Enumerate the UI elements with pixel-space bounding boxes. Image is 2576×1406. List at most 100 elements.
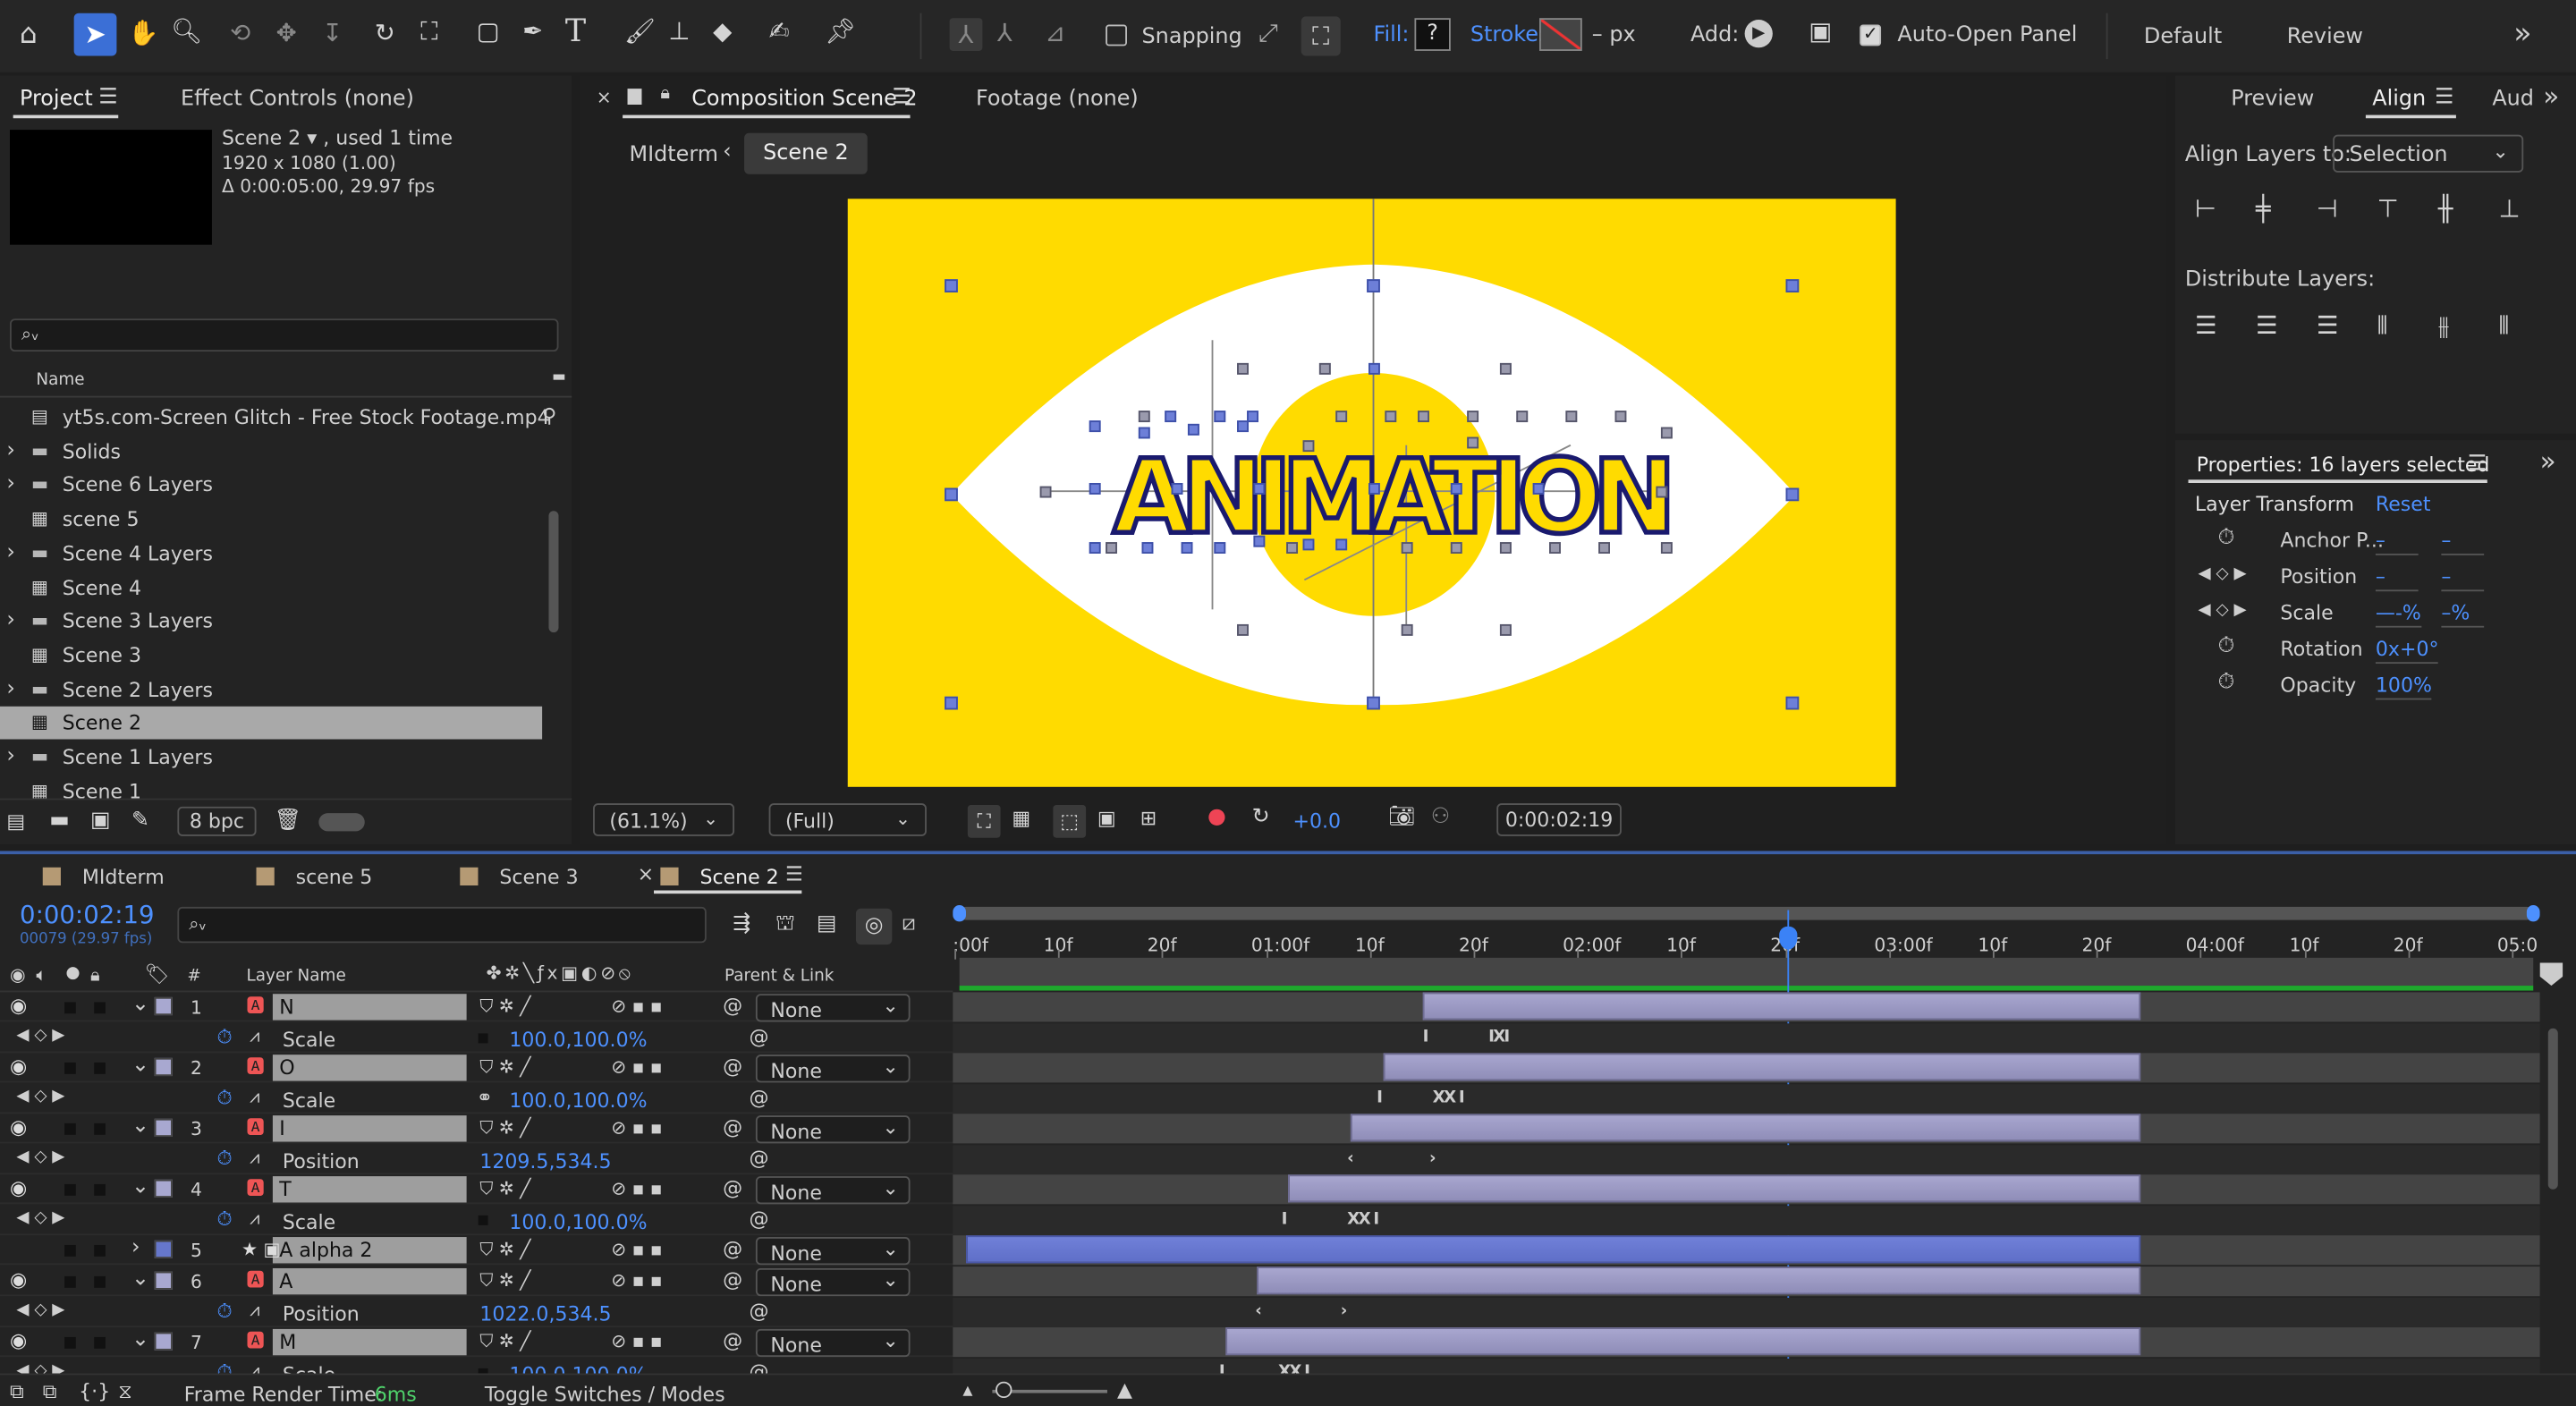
layer-handle[interactable] bbox=[1598, 542, 1610, 554]
zoom-tool-icon[interactable]: 🔍︎ bbox=[171, 19, 202, 45]
stopwatch-icon[interactable]: ⏱ bbox=[216, 1148, 232, 1168]
selection-tool-icon[interactable]: ➤ bbox=[73, 13, 117, 56]
align-right-icon[interactable]: ⊣ bbox=[2317, 196, 2338, 222]
layer-handle[interactable] bbox=[1401, 623, 1413, 636]
breadcrumb-parent[interactable]: MIdterm bbox=[629, 145, 718, 166]
layer-name-field[interactable] bbox=[272, 1176, 467, 1203]
layer-handle[interactable] bbox=[1656, 486, 1668, 498]
layer-handle[interactable] bbox=[1549, 542, 1561, 554]
transform-handle[interactable] bbox=[945, 279, 958, 292]
layer-switches[interactable]: ⛉ ✲ ╱ bbox=[479, 1272, 530, 1290]
work-area-bar[interactable] bbox=[959, 906, 2534, 920]
property-value[interactable]: 0x+0° bbox=[2375, 639, 2439, 665]
layer-switches[interactable]: ⛉ ✲ ╱ bbox=[479, 1058, 530, 1076]
add-property-icon[interactable]: ▶ bbox=[1744, 20, 1773, 48]
stopwatch-icon[interactable]: ⏱ bbox=[2218, 528, 2235, 549]
orbit-camera-icon[interactable]: ⟲ bbox=[230, 21, 250, 47]
layer-modes[interactable]: ⊘ ▪ ▪ bbox=[611, 1272, 662, 1290]
pick-whip-icon[interactable]: @ bbox=[723, 1331, 742, 1351]
layer-handle[interactable] bbox=[1237, 420, 1249, 433]
sort-icon[interactable]: ▬ bbox=[552, 370, 566, 386]
layer-handle[interactable] bbox=[1187, 423, 1199, 436]
keyframe-marker[interactable]: XX I bbox=[1433, 1089, 1465, 1107]
property-value[interactable]: —-% bbox=[2375, 603, 2421, 628]
layer-handle[interactable] bbox=[1165, 411, 1177, 423]
layer-switches-icon[interactable]: ⧉ bbox=[10, 1382, 24, 1402]
layer-handle[interactable] bbox=[1450, 542, 1462, 554]
tab-audio[interactable]: Aud bbox=[2492, 89, 2534, 110]
solo-box[interactable]: ▪ bbox=[63, 1239, 78, 1262]
toggle-switches-modes[interactable]: Toggle Switches / Modes bbox=[485, 1385, 725, 1404]
axis-world-icon[interactable]: ⅄ bbox=[997, 21, 1013, 47]
layer-switches[interactable]: ⛉ ✲ ╱ bbox=[479, 997, 530, 1015]
distribute-hcenter-icon[interactable]: ⫵ bbox=[2438, 313, 2450, 339]
layer-switches[interactable]: ⛉ ✲ ╱ bbox=[479, 1119, 530, 1137]
align-top-icon[interactable]: ⊤ bbox=[2377, 196, 2399, 222]
list-item[interactable]: › ▬ Scene 3 Layers bbox=[0, 605, 542, 638]
properties-menu-icon[interactable]: ☰ bbox=[2468, 453, 2487, 475]
layer-name-column-header[interactable]: Layer Name bbox=[247, 969, 346, 986]
playhead-handle[interactable] bbox=[1779, 926, 1798, 950]
align-hcenter-icon[interactable]: ╪ bbox=[2256, 196, 2271, 222]
list-item[interactable]: ▦ scene 5 bbox=[0, 503, 542, 536]
list-item[interactable]: › ▬ Solids bbox=[0, 435, 542, 468]
visibility-eye-icon[interactable]: ◉ bbox=[10, 995, 27, 1015]
frame-blending-icon[interactable]: ◎ bbox=[855, 908, 893, 945]
comp-menu-icon[interactable]: ☰ bbox=[892, 87, 911, 108]
exposure-value[interactable]: +0.0 bbox=[1293, 811, 1342, 831]
layer-handle[interactable] bbox=[1237, 623, 1249, 636]
property-value[interactable]: – bbox=[2441, 530, 2485, 555]
adjust-settings-icon[interactable]: ✎ bbox=[131, 810, 149, 832]
tab-composition[interactable]: Composition Scene 2 bbox=[691, 89, 917, 110]
expression-pick-whip-icon[interactable]: @ bbox=[750, 1027, 769, 1046]
flowchart-icon[interactable]: ⚲ bbox=[542, 406, 556, 426]
comp-lock-icon[interactable]: ▆ bbox=[628, 86, 642, 104]
expression-pick-whip-icon[interactable]: @ bbox=[750, 1209, 769, 1229]
show-snapshot-icon[interactable]: ⚇ bbox=[1431, 807, 1450, 828]
stroke-swatch[interactable] bbox=[1539, 18, 1582, 51]
expand-chevron-icon[interactable]: › bbox=[6, 610, 15, 631]
list-item[interactable]: ▦ Scene 4 bbox=[0, 571, 542, 604]
layer-handle[interactable] bbox=[1499, 623, 1512, 636]
rectangle-tool-icon[interactable]: ▢ bbox=[477, 19, 500, 45]
transform-handle[interactable] bbox=[945, 487, 958, 502]
axis-view-icon[interactable]: ⊿ bbox=[1045, 21, 1065, 47]
solo-box[interactable]: ▪ bbox=[63, 1056, 78, 1080]
parent-dropdown[interactable]: None ⌄ bbox=[755, 1237, 911, 1266]
timeline-search-input[interactable]: ⌕ᵥ bbox=[177, 906, 707, 944]
lock-box[interactable]: ▪ bbox=[92, 1117, 107, 1140]
hand-tool-icon[interactable]: ✋ bbox=[128, 21, 158, 47]
keyframe-navigator[interactable]: ◀ ◇ ▶ bbox=[16, 1149, 64, 1166]
tab-footage[interactable]: Footage (none) bbox=[976, 89, 1139, 110]
layer-handle[interactable] bbox=[1467, 411, 1479, 423]
fill-label[interactable]: Fill: bbox=[1374, 25, 1410, 47]
composition-canvas[interactable]: ANIMATION bbox=[847, 199, 1896, 787]
expand-chevron-icon[interactable]: › bbox=[6, 542, 15, 563]
label-color-swatch[interactable] bbox=[154, 1179, 173, 1198]
layer-name-field[interactable] bbox=[272, 1328, 467, 1356]
keyframe-marker[interactable]: ‹ bbox=[1255, 1303, 1262, 1321]
label-color-swatch[interactable] bbox=[154, 996, 173, 1016]
list-item[interactable]: ▦ Scene 2 bbox=[0, 707, 543, 741]
resolution-dropdown[interactable]: (Full) ⌄ bbox=[768, 803, 927, 836]
layer-handle[interactable] bbox=[1368, 482, 1380, 495]
tab-project[interactable]: Project bbox=[20, 89, 93, 110]
stopwatch-icon[interactable]: ⏱ bbox=[216, 1088, 232, 1107]
keyframe-marker[interactable]: I bbox=[1282, 1211, 1288, 1229]
layer-handle[interactable] bbox=[1171, 482, 1183, 495]
layer-handle[interactable] bbox=[1302, 440, 1315, 453]
list-item[interactable]: › ▬ Scene 2 Layers bbox=[0, 673, 542, 706]
layer-handle[interactable] bbox=[1106, 542, 1117, 554]
layer-handle[interactable] bbox=[1253, 535, 1266, 547]
comp-lock2-icon[interactable]: 🔒︎ bbox=[660, 84, 670, 102]
timeline-tab[interactable]: MIdterm bbox=[82, 868, 165, 887]
tab-effect-controls[interactable]: Effect Controls (none) bbox=[181, 89, 414, 110]
lock-box[interactable]: ▪ bbox=[92, 1178, 107, 1201]
new-folder-icon[interactable]: ▬ bbox=[49, 810, 70, 832]
align-bottom-icon[interactable]: ⊥ bbox=[2499, 196, 2521, 222]
label-color-swatch[interactable] bbox=[154, 1118, 173, 1138]
lock-box[interactable]: ▪ bbox=[92, 1331, 107, 1354]
parent-dropdown[interactable]: None ⌄ bbox=[755, 1054, 911, 1083]
distribute-vcenter-icon[interactable]: ☰ bbox=[2256, 313, 2278, 339]
layer-handle[interactable] bbox=[1401, 542, 1413, 554]
